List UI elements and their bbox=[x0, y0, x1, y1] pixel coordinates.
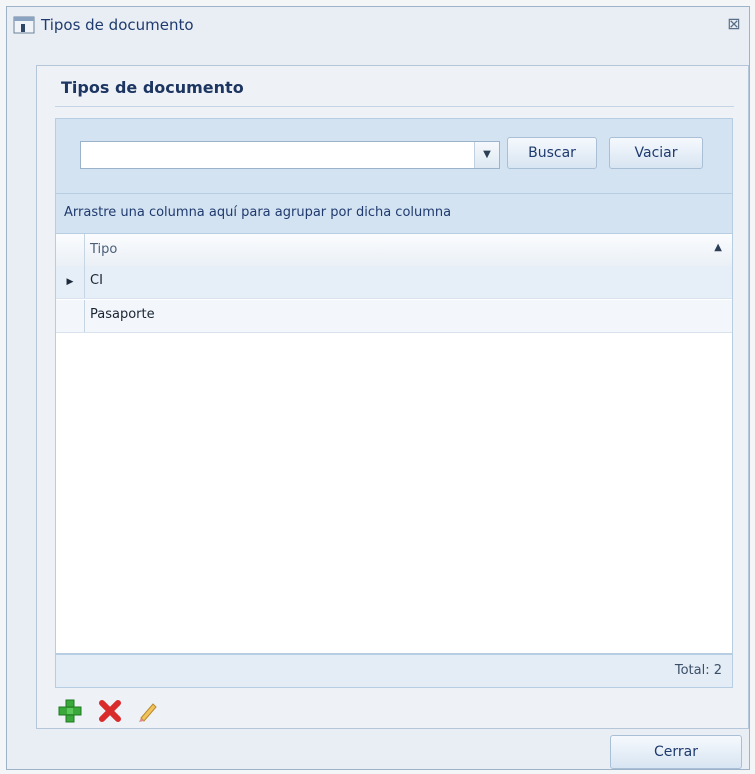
close-icon[interactable]: ⊠ bbox=[725, 15, 743, 33]
search-input[interactable] bbox=[81, 142, 475, 168]
search-panel: ▼ Buscar Vaciar bbox=[55, 118, 733, 194]
column-header-tipo[interactable]: Tipo bbox=[90, 242, 117, 257]
window-title: Tipos de documento bbox=[41, 16, 194, 34]
types-grid: Tipo ▲ ▶ CI Pasaporte bbox=[55, 234, 733, 654]
grid-footer: Total: 2 bbox=[55, 654, 733, 688]
row-indicator bbox=[56, 300, 85, 332]
search-combo[interactable]: ▼ bbox=[80, 141, 500, 169]
table-row[interactable]: ▶ CI bbox=[56, 266, 732, 299]
document-types-group: Tipos de documento ▼ Buscar Vaciar Arras… bbox=[36, 65, 749, 729]
delete-icon[interactable] bbox=[97, 698, 123, 724]
add-icon[interactable] bbox=[57, 698, 83, 724]
cell-tipo[interactable]: Pasaporte bbox=[90, 307, 155, 322]
chevron-down-icon[interactable]: ▼ bbox=[474, 142, 499, 168]
sort-ascending-icon[interactable]: ▲ bbox=[714, 242, 722, 253]
title-bar: Tipos de documento ⊠ bbox=[7, 7, 749, 43]
search-button[interactable]: Buscar bbox=[507, 137, 597, 169]
row-indicator-header bbox=[56, 234, 85, 266]
group-by-area[interactable]: Arrastre una columna aquí para agrupar p… bbox=[55, 194, 733, 234]
close-button[interactable]: Cerrar bbox=[610, 735, 742, 769]
window-icon bbox=[13, 16, 35, 34]
dialog-window: Tipos de documento ⊠ Tipos de documento … bbox=[6, 6, 750, 770]
cell-tipo[interactable]: CI bbox=[90, 273, 103, 288]
group-divider bbox=[55, 106, 734, 107]
current-row-indicator-icon: ▶ bbox=[56, 266, 85, 298]
grid-header: Tipo ▲ bbox=[56, 234, 732, 267]
clear-button[interactable]: Vaciar bbox=[609, 137, 703, 169]
group-title: Tipos de documento bbox=[61, 78, 244, 97]
total-count: Total: 2 bbox=[674, 663, 722, 678]
edit-pencil-icon[interactable] bbox=[135, 698, 161, 724]
table-row[interactable]: Pasaporte bbox=[56, 300, 732, 333]
